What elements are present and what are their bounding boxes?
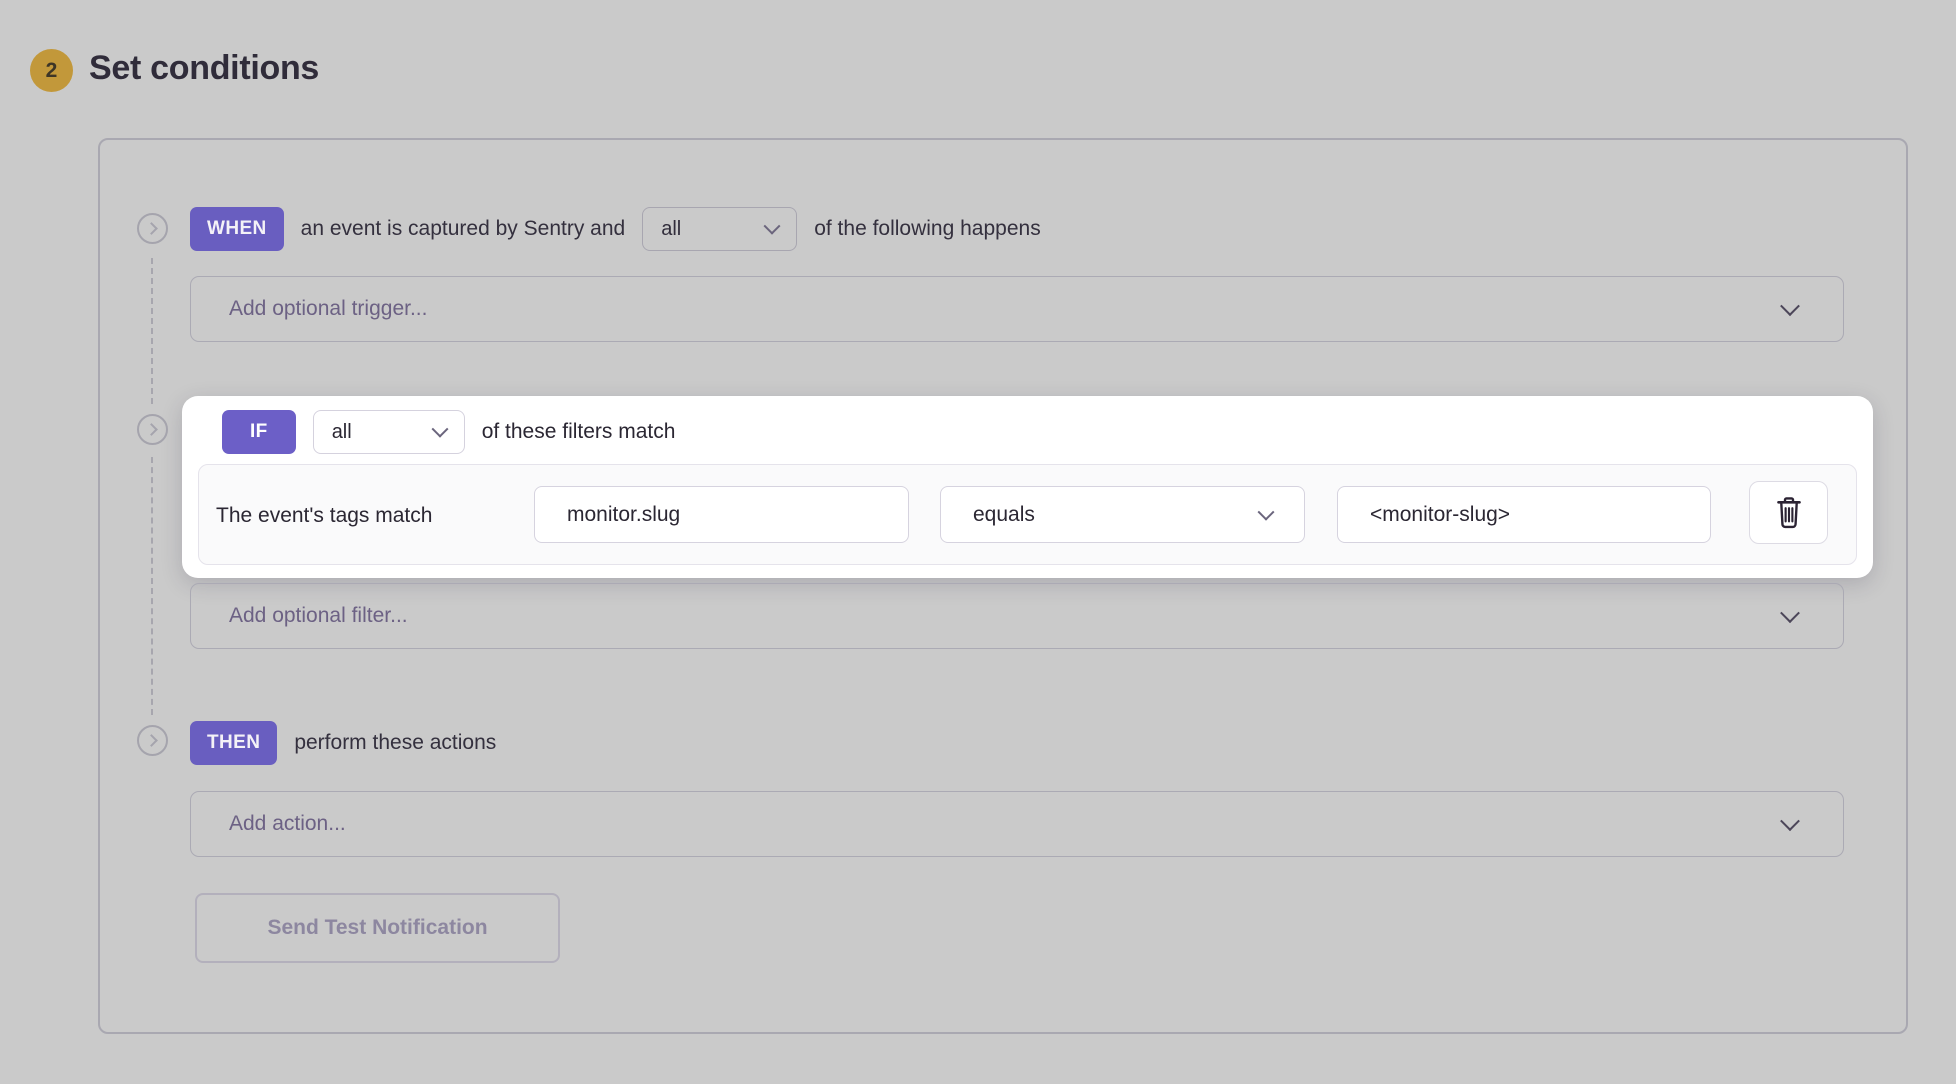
- send-test-notification-button[interactable]: Send Test Notification: [195, 893, 560, 963]
- connector-line: [151, 258, 153, 404]
- connector-line: [151, 457, 153, 715]
- chevron-right-icon: [145, 423, 158, 436]
- filter-match-select-value: equals: [973, 503, 1035, 527]
- trash-icon: [1774, 496, 1804, 530]
- add-trigger-placeholder: Add optional trigger...: [229, 297, 427, 321]
- step-number-badge: 2: [30, 49, 73, 92]
- then-condition-row: THEN perform these actions: [190, 721, 496, 765]
- chevron-right-icon: [145, 734, 158, 747]
- add-filter-placeholder: Add optional filter...: [229, 604, 408, 628]
- when-match-select[interactable]: all: [642, 207, 797, 251]
- add-action-placeholder: Add action...: [229, 812, 346, 836]
- collapse-when-icon[interactable]: [137, 213, 168, 244]
- filter-rule-label: The event's tags match: [216, 465, 432, 566]
- filter-match-select[interactable]: equals: [940, 486, 1305, 543]
- if-condition-row: IF all of these filters match: [222, 410, 675, 454]
- when-condition-row: WHEN an event is captured by Sentry and …: [190, 207, 1041, 251]
- chevron-down-icon: [431, 421, 448, 438]
- chevron-right-icon: [145, 222, 158, 235]
- chevron-down-icon: [764, 218, 781, 235]
- if-match-select-value: all: [332, 421, 352, 444]
- filter-value-input[interactable]: [1337, 486, 1711, 543]
- then-text: perform these actions: [294, 731, 496, 755]
- if-badge: IF: [222, 410, 296, 454]
- page-title: Set conditions: [89, 49, 319, 88]
- alert-rule-conditions-page: 2 Set conditions WHEN an event is captur…: [0, 0, 1956, 1084]
- chevron-down-icon: [1780, 811, 1800, 831]
- step-number: 2: [46, 59, 58, 83]
- chevron-down-icon: [1780, 296, 1800, 316]
- collapse-then-icon[interactable]: [137, 725, 168, 756]
- if-text-after: of these filters match: [482, 420, 676, 444]
- delete-filter-button[interactable]: [1749, 481, 1828, 544]
- collapse-if-icon[interactable]: [137, 414, 168, 445]
- when-match-select-value: all: [661, 218, 681, 241]
- when-badge: WHEN: [190, 207, 284, 251]
- when-text-after: of the following happens: [814, 217, 1041, 241]
- when-text-before: an event is captured by Sentry and: [301, 217, 626, 241]
- filter-key-input[interactable]: [534, 486, 909, 543]
- filter-rule-row: The event's tags match equals: [198, 464, 1857, 565]
- chevron-down-icon: [1780, 603, 1800, 623]
- if-match-select[interactable]: all: [313, 410, 465, 454]
- chevron-down-icon: [1258, 503, 1275, 520]
- add-trigger-select[interactable]: Add optional trigger...: [190, 276, 1844, 342]
- add-action-select[interactable]: Add action...: [190, 791, 1844, 857]
- then-badge: THEN: [190, 721, 277, 765]
- add-filter-select[interactable]: Add optional filter...: [190, 583, 1844, 649]
